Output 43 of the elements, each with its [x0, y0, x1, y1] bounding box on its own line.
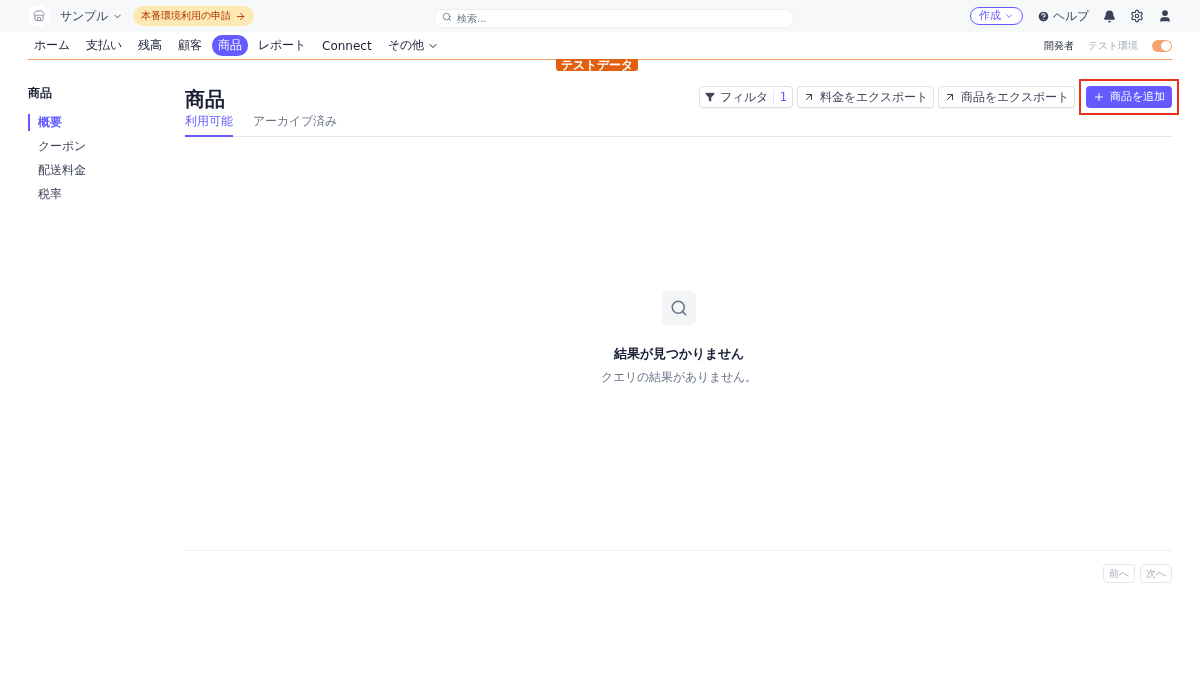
create-button[interactable]: 作成: [970, 7, 1023, 25]
arrow-right-icon: [235, 10, 246, 22]
search-icon: [661, 291, 696, 325]
nav-tab[interactable]: Connect: [316, 36, 378, 55]
nav-tab[interactable]: 支払い: [80, 35, 128, 56]
filter-button[interactable]: フィルタ 1: [698, 86, 793, 108]
developers-link[interactable]: 開発者: [1044, 38, 1074, 53]
filter-icon: [704, 92, 715, 102]
content-tab[interactable]: 利用可能: [185, 113, 233, 137]
store-icon[interactable]: [28, 5, 50, 27]
search-field[interactable]: 検索...: [434, 8, 794, 28]
empty-message: クエリの結果がありません。: [600, 369, 757, 386]
content-tab[interactable]: アーカイブ済み: [253, 113, 337, 137]
sidebar-item[interactable]: 配送料金: [28, 162, 185, 179]
test-mode-label: テスト環境: [1088, 38, 1138, 53]
nav-tab[interactable]: ホーム: [28, 35, 76, 56]
page-title: 商品: [185, 86, 225, 113]
empty-title: 結果が見つかりません: [613, 345, 744, 363]
sidebar-item[interactable]: 概要: [28, 114, 185, 131]
settings-icon[interactable]: [1130, 9, 1144, 23]
sidebar-item[interactable]: クーポン: [28, 138, 185, 155]
add-product-button[interactable]: 商品を追加: [1086, 86, 1172, 108]
activation-button[interactable]: 本番環境利用の申請: [133, 6, 254, 26]
plus-icon: [1093, 91, 1105, 103]
help-icon: [1037, 9, 1050, 23]
nav-tab[interactable]: 残高: [132, 35, 168, 56]
nav-tab[interactable]: 商品: [212, 35, 248, 56]
test-mode-toggle[interactable]: [1152, 39, 1172, 52]
export-button[interactable]: 商品をエクスポート: [938, 86, 1075, 108]
user-icon[interactable]: [1158, 9, 1172, 23]
export-button[interactable]: 料金をエクスポート: [797, 86, 934, 108]
bell-icon[interactable]: [1103, 9, 1116, 23]
test-data-badge: テストデータ: [556, 59, 638, 71]
sidebar-title: 商品: [28, 86, 53, 101]
arrow-up-right-icon: [803, 91, 815, 103]
nav-tab[interactable]: 顧客: [172, 35, 208, 56]
help-button[interactable]: ヘルプ: [1037, 7, 1089, 25]
nav-tab[interactable]: レポート: [252, 35, 312, 56]
chevron-down-icon: [1004, 11, 1014, 21]
arrow-up-right-icon: [944, 91, 956, 103]
nav-tab[interactable]: その他: [381, 35, 445, 56]
account-switcher[interactable]: サンプル: [60, 7, 123, 25]
sidebar-item[interactable]: 税率: [28, 186, 185, 203]
